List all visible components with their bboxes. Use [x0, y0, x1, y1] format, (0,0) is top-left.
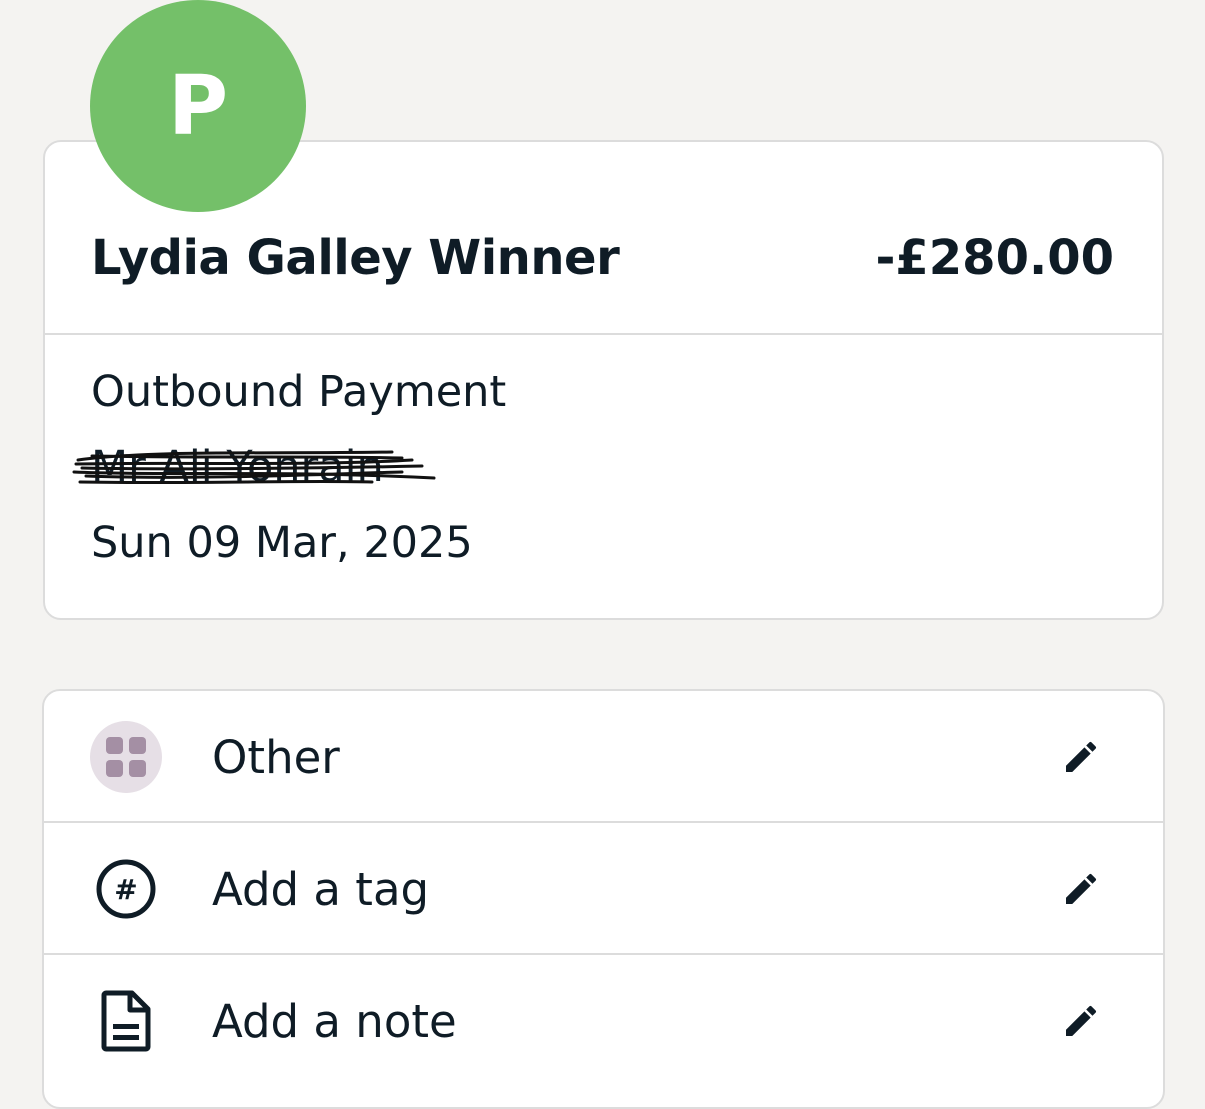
category-grid-icon	[90, 721, 162, 793]
transaction-card: Lydia Galley Winner -£280.00 Outbound Pa…	[43, 140, 1164, 620]
pencil-icon[interactable]	[1061, 1001, 1101, 1041]
transaction-meta-card: Other # Add a tag Add a note	[42, 689, 1165, 1109]
avatar-initial: P	[167, 58, 229, 154]
note-row[interactable]: Add a note	[44, 955, 1163, 1087]
category-label: Other	[212, 731, 340, 784]
merchant-name: Lydia Galley Winner	[91, 230, 620, 286]
note-icon	[90, 985, 162, 1057]
tag-row[interactable]: # Add a tag	[44, 823, 1163, 955]
category-row[interactable]: Other	[44, 691, 1163, 823]
pencil-icon[interactable]	[1061, 737, 1101, 777]
redaction-scribble	[72, 450, 436, 485]
category-icon-wrap	[90, 721, 162, 793]
transaction-date: Sun 09 Mar, 2025	[91, 518, 473, 568]
transaction-amount: -£280.00	[875, 230, 1114, 286]
pencil-icon[interactable]	[1061, 869, 1101, 909]
transaction-type: Outbound Payment	[91, 367, 507, 417]
tag-label: Add a tag	[212, 863, 430, 916]
merchant-avatar: P	[90, 0, 306, 212]
svg-text:#: #	[114, 873, 137, 906]
note-label: Add a note	[212, 995, 457, 1048]
hashtag-icon: #	[90, 853, 162, 925]
